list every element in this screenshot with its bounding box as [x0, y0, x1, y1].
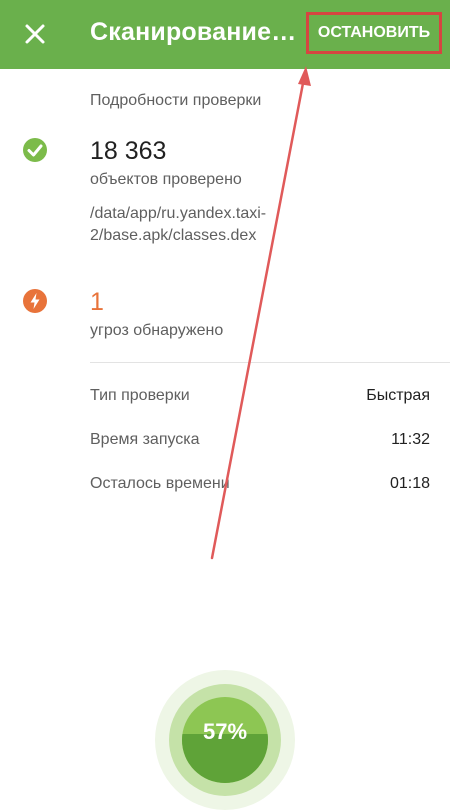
info-row-scan-type: Тип проверки Быстрая	[90, 387, 430, 411]
page-title: Сканирование…	[90, 18, 297, 46]
scanned-count: 18 363	[90, 137, 167, 165]
annotation-arrow	[210, 66, 311, 560]
info-label: Осталось времени	[90, 475, 230, 492]
current-file-path: /data/app/ru.yandex.taxi-2/base.apk/clas…	[90, 205, 267, 244]
divider	[90, 362, 450, 363]
info-label: Время запуска	[90, 431, 200, 448]
bolt-icon	[23, 289, 47, 313]
stop-button[interactable]: ОСТАНОВИТЬ	[306, 12, 442, 54]
close-icon[interactable]	[20, 19, 50, 49]
threat-label: угроз обнаружено	[90, 322, 224, 339]
scanned-label: объектов проверено	[90, 171, 242, 188]
check-circle-icon	[23, 138, 47, 162]
info-value: 11:32	[391, 431, 430, 448]
progress-indicator: 57%	[155, 670, 295, 810]
app-bar: Сканирование… ОСТАНОВИТЬ	[0, 0, 450, 69]
info-row-time-left: Осталось времени 01:18	[90, 475, 430, 499]
info-value: 01:18	[389, 475, 430, 492]
threat-count: 1	[90, 288, 104, 316]
info-value: Быстрая	[366, 387, 430, 404]
progress-percent: 57%	[203, 719, 247, 744]
info-label: Тип проверки	[90, 387, 190, 404]
info-row-start-time: Время запуска 11:32	[90, 431, 430, 455]
section-title: Подробности проверки	[90, 92, 262, 109]
